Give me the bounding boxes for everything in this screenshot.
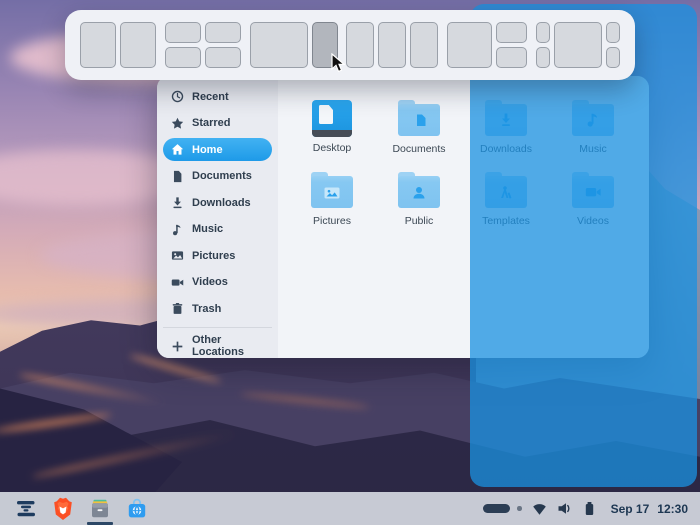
documents-folder-icon bbox=[398, 100, 440, 138]
home-icon bbox=[171, 143, 184, 156]
layout-pane[interactable] bbox=[205, 22, 241, 43]
file-item-documents[interactable]: Documents bbox=[379, 100, 459, 160]
layout-pane[interactable] bbox=[536, 47, 550, 68]
public-folder-icon bbox=[398, 172, 440, 210]
music-note-icon bbox=[171, 223, 184, 236]
layout-pane[interactable] bbox=[606, 47, 620, 68]
layout-option-three-columns[interactable] bbox=[346, 22, 438, 68]
sidebar-item-label: Downloads bbox=[192, 197, 251, 209]
layout-pane[interactable] bbox=[346, 22, 374, 68]
sidebar-item-label: Recent bbox=[192, 91, 229, 103]
sidebar-item-home[interactable]: Home bbox=[163, 138, 272, 161]
layout-pane[interactable] bbox=[120, 22, 156, 68]
tiling-layout-popup bbox=[65, 10, 635, 80]
download-icon bbox=[171, 196, 184, 209]
trash-icon bbox=[171, 302, 184, 315]
layout-pane[interactable] bbox=[250, 22, 308, 68]
layout-pane[interactable] bbox=[606, 22, 620, 43]
sidebar-item-label: Starred bbox=[192, 117, 231, 129]
clock-icon bbox=[171, 90, 184, 103]
dot-indicator bbox=[517, 506, 522, 511]
battery-icon[interactable] bbox=[582, 501, 597, 516]
layout-pane[interactable] bbox=[536, 22, 550, 43]
sidebar-item-label: Other Locations bbox=[192, 334, 264, 358]
layout-pane[interactable] bbox=[378, 22, 406, 68]
clock[interactable]: Sep 17 12:30 bbox=[611, 502, 688, 516]
file-label: Pictures bbox=[313, 215, 351, 227]
sidebar-item-label: Music bbox=[192, 223, 223, 235]
file-cabinet-icon bbox=[88, 497, 112, 521]
brave-icon bbox=[51, 497, 75, 521]
zorin-logo-icon bbox=[14, 497, 38, 521]
pictures-folder-icon bbox=[311, 172, 353, 210]
sidebar-item-other-locations[interactable]: Other Locations bbox=[163, 327, 272, 358]
sidebar-item-music[interactable]: Music bbox=[163, 218, 272, 241]
layout-pane[interactable] bbox=[554, 22, 602, 68]
capsule-indicator[interactable] bbox=[483, 504, 510, 513]
layout-option-center-with-side-stacks[interactable] bbox=[536, 22, 620, 68]
plus-icon bbox=[171, 340, 184, 353]
sidebar-item-starred[interactable]: Starred bbox=[163, 112, 272, 135]
layout-option-split-halves[interactable] bbox=[80, 22, 156, 68]
mouse-cursor bbox=[331, 53, 346, 79]
tray-time: 12:30 bbox=[657, 502, 688, 516]
wifi-icon[interactable] bbox=[532, 501, 547, 516]
file-label: Public bbox=[405, 215, 434, 227]
file-item-public[interactable]: Public bbox=[379, 172, 459, 232]
volume-icon[interactable] bbox=[557, 501, 572, 516]
zorin-menu-button[interactable] bbox=[12, 495, 40, 523]
sidebar-item-label: Trash bbox=[192, 303, 221, 315]
sidebar-item-pictures[interactable]: Pictures bbox=[163, 244, 272, 267]
tray-date: Sep 17 bbox=[611, 502, 650, 516]
desktop-folder-icon bbox=[312, 100, 352, 137]
system-tray: Sep 17 12:30 bbox=[483, 501, 688, 516]
sidebar-item-videos[interactable]: Videos bbox=[163, 271, 272, 294]
star-icon bbox=[171, 117, 184, 130]
taskbar-apps bbox=[12, 495, 151, 523]
brave-browser-button[interactable] bbox=[49, 495, 77, 523]
layout-pane[interactable] bbox=[165, 22, 201, 43]
layout-pane[interactable] bbox=[496, 22, 527, 43]
file-item-desktop[interactable]: Desktop bbox=[292, 100, 372, 160]
layout-option-half-left-stacked-right[interactable] bbox=[447, 22, 527, 68]
sidebar-item-label: Documents bbox=[192, 170, 252, 182]
software-bag-icon bbox=[125, 497, 149, 521]
sidebar-item-documents[interactable]: Documents bbox=[163, 165, 272, 188]
document-icon bbox=[171, 170, 184, 183]
sidebar-item-label: Home bbox=[192, 144, 223, 156]
layout-pane[interactable] bbox=[165, 47, 201, 68]
file-label: Desktop bbox=[313, 142, 352, 154]
layout-pane[interactable] bbox=[496, 47, 527, 68]
sidebar-item-label: Videos bbox=[192, 276, 228, 288]
layout-pane[interactable] bbox=[80, 22, 116, 68]
file-label: Documents bbox=[392, 143, 445, 155]
sidebar-item-recent[interactable]: Recent bbox=[163, 85, 272, 108]
layout-pane[interactable] bbox=[410, 22, 438, 68]
sidebar-item-downloads[interactable]: Downloads bbox=[163, 191, 272, 214]
taskbar: Sep 17 12:30 bbox=[0, 492, 700, 525]
sidebar-item-label: Pictures bbox=[192, 250, 235, 262]
image-icon bbox=[171, 249, 184, 262]
file-manager-sidebar: Recent Starred Home Documents Downloads … bbox=[157, 76, 278, 358]
layout-option-quarter-grid[interactable] bbox=[165, 22, 241, 68]
files-app-button[interactable] bbox=[86, 495, 114, 523]
layout-option-two-thirds-left[interactable] bbox=[250, 22, 338, 68]
layout-pane[interactable] bbox=[205, 47, 241, 68]
file-item-pictures[interactable]: Pictures bbox=[292, 172, 372, 232]
running-app-indicator bbox=[87, 522, 113, 525]
software-store-button[interactable] bbox=[123, 495, 151, 523]
layout-pane[interactable] bbox=[447, 22, 492, 68]
video-camera-icon bbox=[171, 276, 184, 289]
sidebar-item-trash[interactable]: Trash bbox=[163, 297, 272, 320]
